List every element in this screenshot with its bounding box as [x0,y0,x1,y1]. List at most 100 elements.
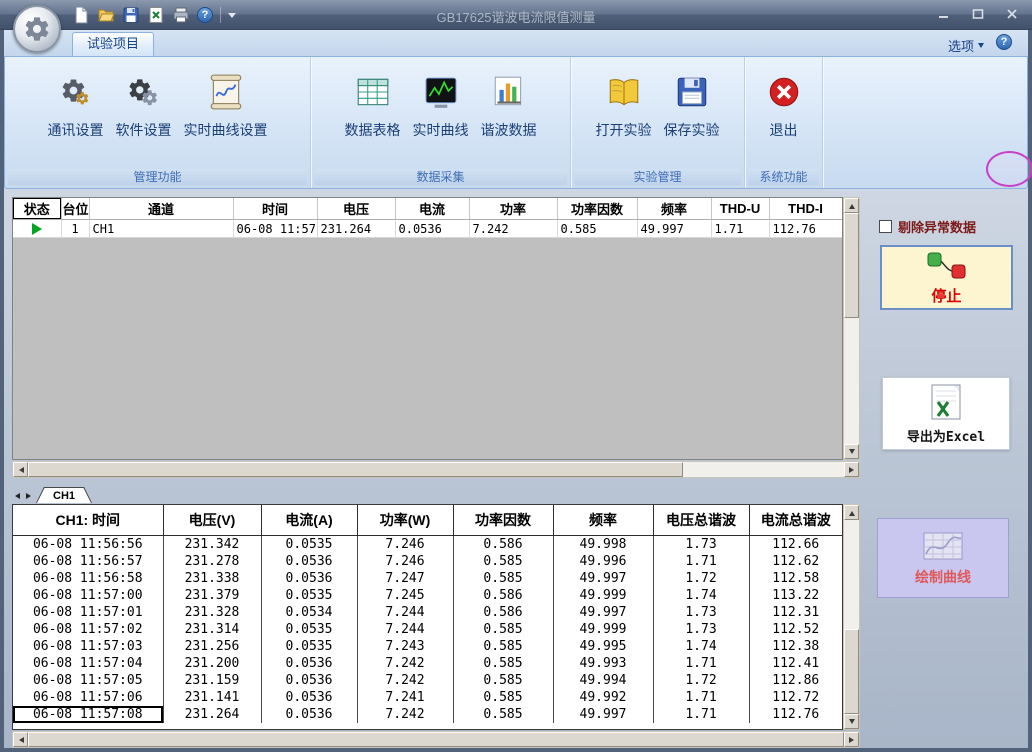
history-cell: 231.141 [163,689,261,706]
live-col-header: 台位 [61,198,89,220]
open-experiment-button[interactable]: 打开实验 [590,71,658,142]
tab-test-project[interactable]: 试验项目 [72,32,154,56]
history-cell: 231.338 [163,570,261,587]
scroll-left-button[interactable] [13,732,28,747]
application-window: ? GB17625谐波电流限值测量 试验项目 选项 ? 通讯设置 [0,0,1032,752]
history-cell: 49.997 [553,604,653,621]
comm-settings-button[interactable]: 通讯设置 [42,71,110,142]
realtime-curve-button[interactable]: 实时曲线 [407,71,475,142]
history-cell: 06-08 11:56:57 [13,553,163,570]
history-cell: 231.342 [163,535,261,553]
history-cell: 0.0535 [261,621,357,638]
maximize-button[interactable] [970,6,986,22]
history-cell: 49.998 [553,535,653,553]
scroll-down-button[interactable] [844,444,859,459]
history-cell: 7.247 [357,570,453,587]
history-row[interactable]: 06-08 11:57:02231.3140.05357.2440.58549.… [13,621,842,638]
history-row[interactable]: 06-08 11:56:58231.3380.05367.2470.58549.… [13,570,842,587]
exit-button[interactable]: 退出 [759,71,809,142]
live-table-hscrollbar[interactable] [12,461,860,478]
history-cell: 0.0535 [261,535,357,553]
harmonic-data-button[interactable]: 谐波数据 [475,71,543,142]
history-cell: 231.379 [163,587,261,604]
scroll-up-button[interactable] [844,198,859,213]
draw-curve-button[interactable]: 绘制曲线 [877,518,1009,598]
history-cell: 0.585 [453,672,553,689]
history-col-header: 电压总谐波 [653,505,749,535]
history-cell: 7.244 [357,604,453,621]
history-cell: 0.0536 [261,706,357,723]
scroll-thumb[interactable] [28,462,683,477]
export-excel-button[interactable]: 导出为Excel [882,377,1010,450]
live-table[interactable]: 状态台位通道时间电压电流功率功率因数频率THD-UTHD-I 1CH106-08… [13,198,843,238]
save-experiment-button[interactable]: 保存实验 [658,71,726,142]
history-cell: 112.62 [749,553,842,570]
history-vscrollbar[interactable] [843,504,860,730]
tab-scroll-left-icon[interactable] [12,489,22,503]
live-table-vscrollbar[interactable] [843,197,860,460]
group-caption-data-acquisition: 数据采集 [314,169,567,185]
history-row[interactable]: 06-08 11:57:06231.1410.05367.2410.58549.… [13,689,842,706]
history-cell: 06-08 11:57:00 [13,587,163,604]
live-cell: 7.242 [469,220,557,238]
ribbon-button-label: 软件设置 [116,120,172,140]
history-cell: 0.0536 [261,672,357,689]
history-cell: 0.0536 [261,655,357,672]
history-cell: 7.245 [357,587,453,604]
live-col-header: 时间 [233,198,317,220]
history-cell: 1.72 [653,672,749,689]
history-row[interactable]: 06-08 11:57:00231.3790.05357.2450.58649.… [13,587,842,604]
tab-ch1[interactable]: CH1 [36,487,92,503]
history-row[interactable]: 06-08 11:56:57231.2780.05367.2460.58549.… [13,553,842,570]
realtime-curve-settings-button[interactable]: 实时曲线设置 [178,71,274,142]
history-cell: 06-08 11:57:08 [13,706,163,723]
ribbon-button-label: 谐波数据 [481,120,537,140]
history-cell: 112.41 [749,655,842,672]
application-menu-orb[interactable] [13,5,61,53]
data-table-button[interactable]: 数据表格 [339,71,407,142]
software-settings-button[interactable]: 软件设置 [110,71,178,142]
history-row[interactable]: 06-08 11:56:56231.3420.05357.2460.58649.… [13,535,842,553]
tab-scroll-right-icon[interactable] [24,489,34,503]
history-row[interactable]: 06-08 11:57:08231.2640.05367.2420.58549.… [13,706,842,723]
ribbon-button-label: 通讯设置 [48,120,104,140]
live-status-cell [13,220,61,238]
scroll-right-button[interactable] [844,462,859,477]
history-cell: 0.0534 [261,604,357,621]
history-cell: 112.66 [749,535,842,553]
realtime-curve-icon [422,73,460,111]
history-row[interactable]: 06-08 11:57:03231.2560.05357.2430.58549.… [13,638,842,655]
stop-button[interactable]: 停止 [880,245,1013,310]
history-cell: 49.999 [553,621,653,638]
history-cell: 49.993 [553,655,653,672]
close-button[interactable] [1004,6,1020,22]
live-header-row: 状态台位通道时间电压电流功率功率因数频率THD-UTHD-I [13,198,842,220]
history-cell: 1.74 [653,638,749,655]
history-cell: 0.585 [453,689,553,706]
history-cell: 231.328 [163,604,261,621]
scroll-right-button[interactable] [844,732,859,747]
history-table[interactable]: CH1: 时间电压(V)电流(A)功率(W)功率因数频率电压总谐波电流总谐波 0… [13,505,842,723]
scroll-thumb[interactable] [844,213,859,318]
ribbon-button-label: 实时曲线 [413,120,469,140]
minimize-button[interactable] [936,6,952,22]
help-icon[interactable]: ? [996,34,1012,50]
history-cell: 231.314 [163,621,261,638]
history-cell: 0.586 [453,535,553,553]
options-menu[interactable]: 选项 [948,36,984,55]
history-hscrollbar[interactable] [12,731,860,748]
scroll-thumb[interactable] [28,732,844,747]
history-cell: 0.0535 [261,587,357,604]
history-row[interactable]: 06-08 11:57:01231.3280.05347.2440.58649.… [13,604,842,621]
exclude-abnormal-checkbox[interactable] [879,220,892,233]
history-row[interactable]: 06-08 11:57:05231.1590.05367.2420.58549.… [13,672,842,689]
scroll-down-button[interactable] [844,714,859,729]
scroll-thumb[interactable] [844,629,859,714]
scroll-up-button[interactable] [844,505,859,520]
history-cell: 06-08 11:56:56 [13,535,163,553]
live-col-header: 状态 [13,198,61,220]
scroll-left-button[interactable] [13,462,28,477]
history-row[interactable]: 06-08 11:57:04231.2000.05367.2420.58549.… [13,655,842,672]
history-cell: 1.73 [653,535,749,553]
live-data-row[interactable]: 1CH106-08 11:57:08231.2640.05367.2420.58… [13,220,842,238]
